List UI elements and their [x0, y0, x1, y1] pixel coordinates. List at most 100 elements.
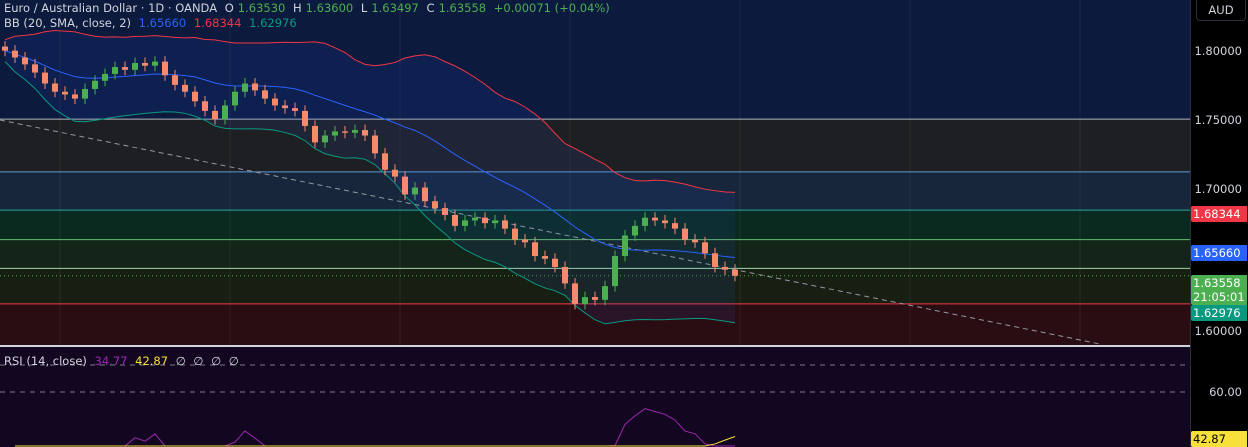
candle: [622, 235, 628, 257]
candle: [582, 297, 588, 304]
candle: [162, 61, 168, 76]
candle: [92, 80, 98, 89]
candle: [202, 101, 208, 111]
candle: [612, 256, 618, 287]
candle: [562, 266, 568, 284]
price-tick: 1.75000: [1194, 113, 1242, 127]
candle: [32, 64, 38, 73]
candle: [692, 239, 698, 243]
candle: [112, 67, 118, 74]
candle: [72, 94, 78, 99]
change-value: +0.00071 (+0.04%): [493, 1, 610, 15]
candle: [702, 242, 708, 254]
candle: [482, 217, 488, 224]
currency-button[interactable]: AUD: [1196, 0, 1246, 21]
candle: [432, 201, 438, 209]
empty-value: ∅: [211, 354, 222, 368]
candle: [242, 83, 248, 92]
candle: [522, 239, 528, 243]
candle: [152, 61, 158, 66]
price-chart[interactable]: [0, 0, 1190, 345]
candle: [22, 57, 28, 65]
candle: [512, 228, 518, 240]
candle: [412, 187, 418, 195]
rsi-ma-tag: 42.87: [1191, 431, 1247, 447]
price-tick: 1.80000: [1194, 44, 1242, 58]
last-price: 1.63558: [1193, 276, 1241, 290]
candle: [102, 73, 108, 81]
bb-label: BB (20, SMA, close, 2): [4, 16, 131, 30]
candle: [52, 83, 58, 92]
candle: [422, 187, 428, 202]
candle: [362, 130, 368, 136]
candle: [252, 83, 258, 91]
bb-legend[interactable]: BB (20, SMA, close, 2) 1.65660 1.68344 1…: [4, 16, 301, 30]
candle: [292, 108, 298, 111]
open-value: 1.63530: [237, 1, 286, 15]
candle: [172, 75, 178, 85]
candle: [222, 105, 228, 120]
price-tick: 1.60000: [1194, 324, 1242, 338]
last-price-tag: 1.63558 21:05:01: [1191, 275, 1247, 305]
candle: [142, 62, 148, 66]
candle: [282, 105, 288, 109]
empty-value: ∅: [228, 354, 239, 368]
rsi-value: 34.77: [94, 354, 128, 368]
candle: [42, 72, 48, 84]
candle: [122, 67, 128, 70]
empty-value: ∅: [193, 354, 204, 368]
candle: [332, 131, 338, 136]
candle: [82, 88, 88, 99]
candle: [572, 283, 578, 304]
candle: [262, 90, 268, 99]
rsi-ma-value: 42.87: [135, 354, 169, 368]
candle: [492, 220, 498, 224]
bb-upper-tag: 1.68344: [1191, 206, 1247, 222]
candle: [472, 217, 478, 221]
candle: [352, 130, 358, 133]
candle: [632, 225, 638, 236]
candle: [372, 135, 378, 154]
candle: [272, 98, 278, 106]
candle: [652, 217, 658, 221]
low-value: 1.63497: [371, 1, 419, 15]
price-axis[interactable]: 1.80000 1.75000 1.70000 1.60000 60.00 1.…: [1190, 0, 1248, 447]
candle: [542, 256, 548, 259]
candle: [182, 84, 188, 92]
candle: [602, 286, 608, 300]
candle: [462, 220, 468, 226]
candle: [302, 110, 308, 126]
candle: [532, 242, 538, 257]
candle: [62, 91, 68, 95]
rsi-legend[interactable]: RSI (14, close) 34.77 42.87 ∅ ∅ ∅ ∅: [4, 354, 243, 368]
candle: [342, 131, 348, 133]
bb-lower-value: 1.62976: [249, 16, 297, 30]
candle: [212, 110, 218, 120]
candle: [642, 217, 648, 226]
candle: [732, 269, 738, 276]
rsi-tick: 60.00: [1209, 385, 1242, 399]
symbol-title: Euro / Australian Dollar · 1D · OANDA: [4, 1, 218, 15]
candle: [662, 220, 668, 224]
candle: [12, 50, 18, 58]
candle: [402, 176, 408, 195]
candle: [682, 228, 688, 240]
bb-upper-value: 1.68344: [193, 16, 242, 30]
empty-value: ∅: [175, 354, 186, 368]
candle: [392, 169, 398, 177]
l-label: L: [360, 1, 368, 15]
candle: [592, 297, 598, 300]
o-label: O: [224, 1, 234, 15]
high-value: 1.63600: [305, 1, 354, 15]
candle: [312, 125, 318, 143]
candle: [132, 62, 138, 70]
c-label: C: [426, 1, 435, 15]
candle: [502, 220, 508, 229]
symbol-legend: Euro / Australian Dollar · 1D · OANDA O1…: [4, 1, 614, 15]
candle: [322, 135, 328, 143]
candle: [442, 208, 448, 215]
candle: [452, 214, 458, 226]
candle: [712, 253, 718, 267]
candle: [232, 91, 238, 106]
price-tick: 1.70000: [1194, 182, 1242, 196]
